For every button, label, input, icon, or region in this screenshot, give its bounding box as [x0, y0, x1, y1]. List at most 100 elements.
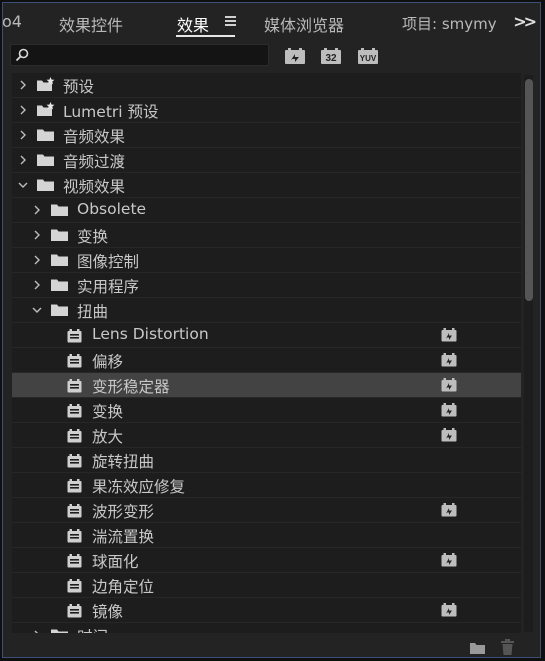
accelerated-effect-icon	[441, 403, 457, 417]
tree-item-label: 湍流置换	[92, 528, 155, 546]
chevron-right-icon[interactable]	[32, 280, 42, 290]
effect-icon	[67, 479, 82, 493]
effect-row[interactable]: 波形变形	[12, 498, 521, 523]
folder-row[interactable]: 预设	[12, 73, 521, 98]
folder-row[interactable]: 扭曲	[12, 298, 521, 323]
chevron-right-icon[interactable]	[32, 230, 42, 240]
effect-icon	[67, 529, 82, 543]
tree-item-label: 视频效果	[63, 178, 126, 196]
folder-icon	[51, 204, 68, 216]
folder-icon	[51, 254, 68, 266]
preset-folder-icon	[37, 77, 55, 91]
effect-row[interactable]: 变换	[12, 398, 521, 423]
tree-item-label: 扭曲	[77, 303, 109, 321]
folder-row[interactable]: 音频效果	[12, 123, 521, 148]
tree-item-label: 音频效果	[63, 128, 126, 146]
tree-item-label: 变换	[92, 403, 124, 421]
active-tab-indicator	[176, 35, 235, 37]
scrollbar-thumb[interactable]	[525, 79, 533, 301]
chevron-right-icon[interactable]	[18, 155, 28, 165]
tree-item-label: 放大	[92, 428, 124, 446]
bottom-toolbar	[3, 633, 540, 657]
trash-icon[interactable]	[500, 639, 515, 656]
folder-row[interactable]: Obsolete	[12, 198, 521, 223]
chevron-right-icon[interactable]	[32, 205, 42, 215]
chevron-right-icon[interactable]	[18, 80, 28, 90]
effect-icon	[67, 454, 82, 468]
tree-item-label: 果冻效应修复	[92, 478, 186, 496]
tree-item-label: 偏移	[92, 353, 124, 371]
accelerated-effect-icon	[441, 378, 457, 392]
accelerated-effect-icon	[441, 503, 457, 517]
folder-icon	[37, 154, 54, 166]
chevron-down-icon[interactable]	[32, 305, 42, 315]
effect-row[interactable]: 旋转扭曲	[12, 448, 521, 473]
accelerated-effect-icon	[441, 328, 457, 342]
hamburger-menu-icon[interactable]	[225, 16, 236, 26]
accelerated-effect-icon	[441, 553, 457, 567]
tree-item-label: 球面化	[92, 553, 139, 571]
chevron-right-icon[interactable]	[32, 255, 42, 265]
accelerated-effect-icon	[441, 603, 457, 617]
tree-item-label: 音频过渡	[63, 153, 126, 171]
folder-row[interactable]: Lumetri 预设	[12, 98, 521, 123]
tree-item-label: 波形变形	[92, 503, 155, 521]
effects-tree: 预设 Lumetri 预设 音频效果 音频过渡 视频效果 Obsolete 变换 图像控制 实用…	[12, 73, 521, 633]
folder-icon	[37, 129, 54, 141]
panel-tab-bar: o4 效果控件 效果 媒体浏览器 项目: smymy >>	[3, 3, 540, 41]
yuv-filter-icon[interactable]: YUV	[357, 48, 379, 65]
accelerated-effect-icon	[441, 353, 457, 367]
folder-icon	[51, 229, 68, 241]
tree-item-label: Lumetri 预设	[63, 103, 159, 121]
new-bin-folder-icon[interactable]	[469, 641, 486, 655]
tab-project[interactable]: 项目: smymy	[402, 13, 497, 34]
effects-panel: o4 效果控件 效果 媒体浏览器 项目: smymy >> 32 YUV 预设 …	[2, 2, 541, 658]
tree-item-label: 实用程序	[77, 278, 140, 296]
tree-item-label: Lens Distortion	[92, 325, 209, 343]
folder-row[interactable]: 时间	[12, 623, 521, 633]
tab-media-browser[interactable]: 媒体浏览器	[264, 12, 344, 36]
preset-folder-icon	[37, 102, 55, 116]
effect-row[interactable]: 变形稳定器	[12, 373, 521, 398]
effect-row[interactable]: 湍流置换	[12, 523, 521, 548]
tab-partial-left[interactable]: o4	[3, 12, 22, 31]
tree-item-label: 图像控制	[77, 253, 140, 271]
effect-icon	[67, 554, 82, 568]
folder-row[interactable]: 变换	[12, 223, 521, 248]
effect-row[interactable]: 镜像	[12, 598, 521, 623]
search-input[interactable]	[10, 44, 269, 66]
search-icon	[15, 48, 29, 62]
effect-row[interactable]: Lens Distortion	[12, 323, 521, 348]
effect-icon	[67, 404, 82, 418]
effect-row[interactable]: 果冻效应修复	[12, 473, 521, 498]
tree-item-label: 变换	[77, 228, 109, 246]
tree-item-label: 镜像	[92, 603, 124, 621]
effect-row[interactable]: 边角定位	[12, 573, 521, 598]
chevron-down-icon[interactable]	[18, 180, 28, 190]
folder-row[interactable]: 图像控制	[12, 248, 521, 273]
effect-row[interactable]: 球面化	[12, 548, 521, 573]
accelerated-effect-icon	[441, 428, 457, 442]
chevron-right-icon[interactable]	[18, 105, 28, 115]
effect-row[interactable]: 偏移	[12, 348, 521, 373]
tree-item-label: Obsolete	[77, 200, 147, 218]
folder-icon	[51, 304, 68, 316]
folder-row[interactable]: 视频效果	[12, 173, 521, 198]
effect-icon	[67, 604, 82, 618]
tree-item-label: 旋转扭曲	[92, 453, 155, 471]
vertical-scrollbar[interactable]	[524, 75, 533, 632]
accelerated-effects-filter-icon[interactable]	[284, 48, 306, 65]
tab-effects[interactable]: 效果	[177, 12, 209, 36]
folder-row[interactable]: 实用程序	[12, 273, 521, 298]
chevron-right-icon[interactable]	[18, 130, 28, 140]
folder-icon	[37, 179, 54, 191]
tree-item-label: 时间	[77, 625, 108, 633]
effect-row[interactable]: 放大	[12, 423, 521, 448]
folder-row[interactable]: 音频过渡	[12, 148, 521, 173]
effect-icon	[67, 354, 82, 368]
32bit-filter-icon[interactable]: 32	[320, 48, 342, 65]
overflow-chevron-icon[interactable]: >>	[513, 12, 537, 31]
folder-icon	[51, 279, 68, 291]
search-filter-row: 32 YUV	[3, 41, 540, 71]
tab-effect-controls[interactable]: 效果控件	[59, 12, 123, 36]
